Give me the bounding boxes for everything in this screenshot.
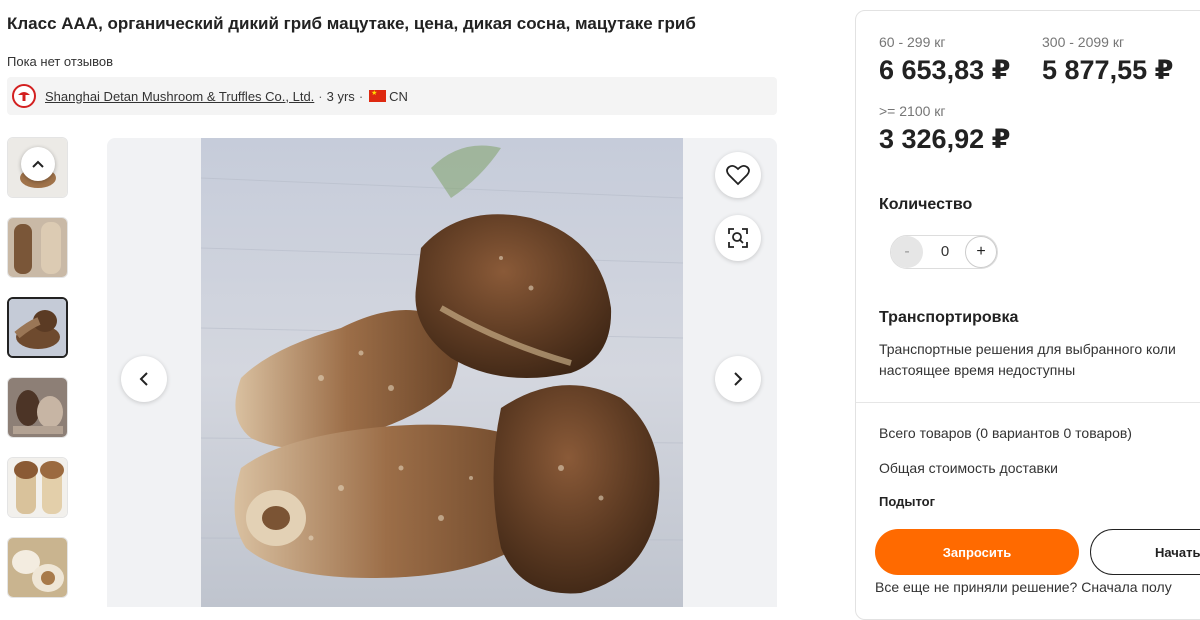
request-button[interactable]: Запросить — [875, 529, 1079, 575]
tier-range: >= 2100 кг — [879, 103, 946, 119]
tier-price: 6 653,83 ₽ — [879, 55, 1011, 85]
separator: · — [318, 88, 323, 104]
order-panel: 60 - 299 кг 6 653,83 ₽ 300 - 2099 кг 5 8… — [855, 10, 1200, 620]
product-title: Класс ААА, органический дикий гриб мацут… — [7, 14, 696, 33]
thumbnail-5[interactable] — [7, 457, 68, 518]
chevron-left-icon[interactable] — [121, 356, 167, 402]
thumbnail-3[interactable] — [7, 297, 68, 358]
tier-range: 300 - 2099 кг — [1042, 34, 1125, 50]
supplier-logo — [12, 84, 36, 108]
thumbnail-2[interactable] — [7, 217, 68, 278]
total-shipping: Общая стоимость доставки — [879, 460, 1058, 476]
main-product-image[interactable] — [201, 138, 683, 607]
heart-icon[interactable] — [715, 152, 761, 198]
image-gallery — [107, 138, 777, 607]
chevron-right-icon[interactable] — [715, 356, 761, 402]
quantity-label: Количество — [879, 196, 973, 213]
quantity-stepper: - 0 + — [890, 235, 998, 269]
separator: · — [358, 88, 364, 104]
thumbnail-6[interactable] — [7, 537, 68, 598]
image-search-icon[interactable] — [715, 215, 761, 261]
thumbnail-1[interactable] — [7, 137, 68, 198]
thumbnail-4[interactable] — [7, 377, 68, 438]
shipping-text: Транспортные решения для выбранного коли… — [879, 341, 1176, 378]
divider — [856, 402, 1200, 403]
reviews-status: Пока нет отзывов — [7, 54, 114, 69]
subtotal-label: Подытог — [879, 494, 936, 509]
decrement-button[interactable]: - — [891, 236, 923, 268]
china-flag-icon — [369, 90, 387, 102]
chevron-up-icon[interactable] — [21, 147, 55, 181]
thumbnail-list — [7, 137, 69, 617]
supplier-bar: Shanghai Detan Mushroom & Truffles Co., … — [7, 77, 777, 115]
supplier-country: CN — [389, 88, 408, 104]
increment-button[interactable]: + — [965, 236, 997, 268]
quantity-input[interactable]: 0 — [931, 243, 959, 260]
start-order-button[interactable]: Начать — [1090, 529, 1200, 575]
tier-range: 60 - 299 кг — [879, 34, 946, 50]
supplier-years: 3 yrs — [326, 88, 355, 104]
undecided-text: Все еще не приняли решение? Сначала полу — [875, 579, 1172, 595]
total-goods: Всего товаров (0 вариантов 0 товаров) — [879, 425, 1132, 441]
supplier-name-link[interactable]: Shanghai Detan Mushroom & Truffles Co., … — [45, 89, 314, 104]
tier-price: 3 326,92 ₽ — [879, 124, 1011, 154]
shipping-title: Транспортировка — [879, 309, 1019, 326]
tier-price: 5 877,55 ₽ — [1042, 55, 1174, 85]
